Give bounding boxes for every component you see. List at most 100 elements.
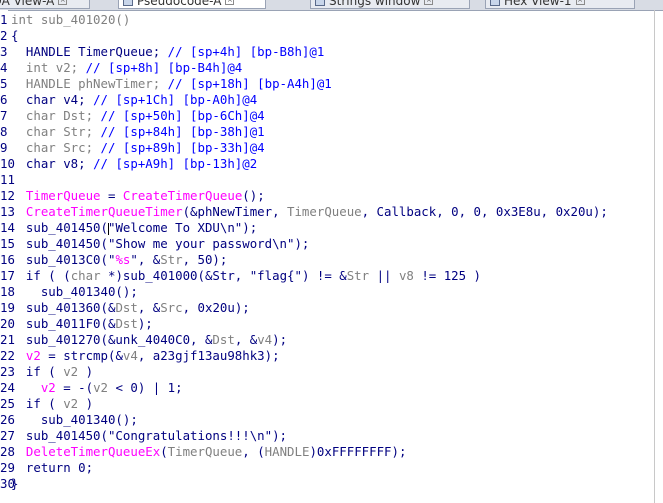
code-token: sub_4013C0("	[11, 252, 116, 267]
code-line[interactable]: 28 DeleteTimerQueueEx(TimerQueue, (HANDL…	[0, 444, 663, 460]
code-line[interactable]: 29 return 0;	[0, 460, 663, 476]
line-number: 18	[0, 284, 15, 299]
code-token: , 0x20u);	[182, 300, 250, 315]
code-token: sub_401450("Show me your password\n");	[11, 236, 310, 251]
code-line[interactable]: 3 HANDLE TimerQueue; // [sp+4h] [bp-B8h]…	[0, 44, 663, 60]
tab-pseudocode-a[interactable]: Pseudocode-A ×	[118, 0, 266, 9]
code-line[interactable]: 9 char Src; // [sp+89h] [bp-33h]@4	[0, 140, 663, 156]
code-token: // [sp+A9h] [bp-13h]@2	[93, 156, 258, 171]
line-number: 24	[0, 380, 15, 395]
line-number: 12	[0, 188, 15, 203]
code-token: DeleteTimerQueueEx	[11, 444, 161, 459]
code-line[interactable]: 21 sub_401270(&unk_4040C0, &Dst, &v4);	[0, 332, 663, 348]
code-token: if ( (	[11, 268, 71, 283]
code-token: = strcmp(&	[40, 348, 123, 363]
code-line[interactable]: 27 sub_401450("Congratulations!!!\n");	[0, 428, 663, 444]
code-line[interactable]: 25 if ( v2 )	[0, 396, 663, 412]
code-line[interactable]: 6 char v4; // [sp+1Ch] [bp-A0h]@4	[0, 92, 663, 108]
code-text: sub_401340();	[11, 284, 138, 300]
code-text: sub_401360(&Dst, &Src, 0x20u);	[11, 300, 250, 316]
code-token: v2	[11, 380, 56, 395]
code-text: sub_401450("Welcome To XDU\n");	[11, 220, 257, 236]
code-text: sub_401450("Congratulations!!!\n");	[11, 428, 287, 444]
code-line[interactable]: 14 sub_401450("Welcome To XDU\n");	[0, 220, 663, 236]
tab-hex-view-1[interactable]: Hex View-1 ×	[485, 0, 635, 9]
code-token: Dst	[212, 332, 235, 347]
code-token: , a23gjf13au98hk3);	[137, 348, 280, 363]
code-token: v2	[11, 348, 41, 363]
code-token: // [sp+89h] [bp-33h]@4	[100, 140, 265, 155]
code-token: sub_4011F0(&	[11, 316, 116, 331]
line-number: 1	[0, 12, 8, 27]
code-line[interactable]: 18 sub_401340();	[0, 284, 663, 300]
code-text: sub_4013C0("%s", &Str, 50);	[11, 252, 227, 268]
close-icon[interactable]: ×	[575, 0, 585, 5]
code-token: , 50);	[182, 252, 228, 267]
code-line[interactable]: 7 char Dst; // [sp+50h] [bp-6Ch]@4	[0, 108, 663, 124]
tab-strings-window[interactable]: Strings window ×	[310, 0, 470, 9]
line-number: 2	[0, 28, 8, 43]
tab-ida-view-a[interactable]: IDA View-A×	[0, 0, 90, 9]
tab-bar: IDA View-A×Pseudocode-A×Strings window×H…	[0, 0, 663, 11]
code-line[interactable]: 4 int v2; // [sp+8h] [bp-B4h]@4	[0, 60, 663, 76]
line-number: 15	[0, 236, 15, 251]
line-number: 6	[0, 92, 8, 107]
code-token: if (	[11, 396, 64, 411]
code-token: char	[70, 268, 101, 283]
code-line[interactable]: 8 char Str; // [sp+84h] [bp-38h]@1	[0, 124, 663, 140]
code-token: // [sp+18h] [bp-A4h]@1	[167, 76, 332, 91]
code-token: v2	[63, 396, 79, 411]
line-number: 3	[0, 44, 8, 59]
code-text: v2 = strcmp(&v4, a23gjf13au98hk3);	[11, 348, 280, 364]
code-line[interactable]: 22 v2 = strcmp(&v4, a23gjf13au98hk3);	[0, 348, 663, 364]
code-line[interactable]: 1 int sub_401020()	[0, 12, 663, 28]
close-icon[interactable]: ×	[58, 0, 68, 5]
code-line[interactable]: 26 sub_401340();	[0, 412, 663, 428]
code-line[interactable]: 24 v2 = -(v2 < 0) | 1;	[0, 380, 663, 396]
code-line[interactable]: 10 char v8; // [sp+A9h] [bp-13h]@2	[0, 156, 663, 172]
line-number: 21	[0, 332, 15, 347]
code-token: TimerQueue	[11, 188, 101, 203]
code-text: if ( (char *)sub_401000(&Str, "flag{") !…	[11, 268, 481, 284]
code-token: "Welcome To XDU\n"	[107, 220, 243, 235]
code-token: , &	[234, 332, 258, 347]
line-number: 27	[0, 428, 15, 443]
close-icon[interactable]: ×	[225, 0, 235, 5]
code-line[interactable]: 5 HANDLE phNewTimer; // [sp+18h] [bp-A4h…	[0, 76, 663, 92]
code-line[interactable]: 17 if ( (char *)sub_401000(&Str, "flag{"…	[0, 268, 663, 284]
code-line[interactable]: 23 if ( v2 )	[0, 364, 663, 380]
code-token: // [sp+50h] [bp-6Ch]@4	[100, 108, 265, 123]
line-number: 23	[0, 364, 15, 379]
code-token: )	[78, 396, 94, 411]
hex-icon	[490, 0, 500, 6]
code-token: char Dst;	[11, 108, 101, 123]
code-token: int v2;	[11, 60, 86, 75]
line-number: 9	[0, 140, 8, 155]
code-token: );	[272, 332, 288, 347]
code-token: );	[137, 316, 153, 331]
code-line[interactable]: 15 sub_401450("Show me your password\n")…	[0, 236, 663, 252]
code-line[interactable]: 12 TimerQueue = CreateTimerQueue();	[0, 188, 663, 204]
line-number: 26	[0, 412, 15, 427]
code-token: ();	[242, 188, 265, 203]
line-number: 19	[0, 300, 15, 315]
code-line[interactable]: 30}	[0, 476, 663, 492]
code-text: if ( v2 )	[11, 364, 93, 380]
close-icon[interactable]: ×	[424, 0, 434, 5]
line-number: 13	[0, 204, 15, 219]
line-number: 20	[0, 316, 15, 331]
code-line[interactable]: 19 sub_401360(&Dst, &Src, 0x20u);	[0, 300, 663, 316]
code-line[interactable]: 20 sub_4011F0(&Dst);	[0, 316, 663, 332]
code-text: DeleteTimerQueueEx(TimerQueue, (HANDLE)0…	[11, 444, 407, 460]
code-token: sub_401340();	[11, 284, 138, 299]
code-token: char v4;	[11, 92, 94, 107]
code-text: char Str; // [sp+84h] [bp-38h]@1	[11, 124, 265, 140]
code-line[interactable]: 11	[0, 172, 663, 188]
code-line[interactable]: 2{	[0, 28, 663, 44]
tab-label: Strings window	[329, 0, 421, 8]
code-line[interactable]: 16 sub_4013C0("%s", &Str, 50);	[0, 252, 663, 268]
code-text: CreateTimerQueueTimer(&phNewTimer, Timer…	[11, 204, 608, 220]
pseudocode-view[interactable]: 1 int sub_401020() 2{3 HANDLE TimerQueue; …	[0, 12, 663, 492]
line-number: 30	[0, 476, 15, 491]
code-line[interactable]: 13 CreateTimerQueueTimer(&phNewTimer, Ti…	[0, 204, 663, 220]
